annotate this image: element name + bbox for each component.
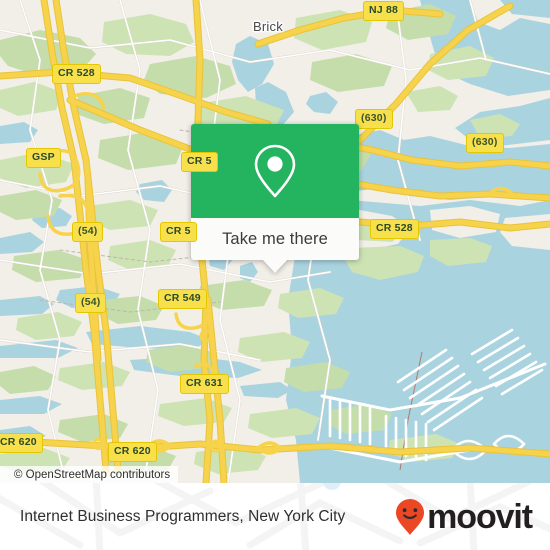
take-me-there-label: Take me there <box>222 229 328 248</box>
road-shield-cr-549: CR 549 <box>158 289 207 309</box>
road-shield-cr-620-east: CR 620 <box>108 442 157 462</box>
road-shield-cr-528-west: CR 528 <box>52 64 101 84</box>
road-shield-cr-620-west: CR 620 <box>0 433 43 453</box>
footer-bar: Internet Business Programmers, New York … <box>0 483 550 550</box>
moovit-wordmark: moovit <box>427 497 533 536</box>
road-shield-cr-631: CR 631 <box>180 374 229 394</box>
popup-action-area[interactable]: Take me there <box>191 218 359 260</box>
road-shield-cr-clipped-lower: CR 5 <box>160 222 197 242</box>
destination-popup[interactable]: Take me there <box>191 124 359 273</box>
moovit-logo[interactable]: moovit <box>395 497 533 536</box>
road-shield-cr-clipped-upper: CR 5 <box>181 152 218 172</box>
map-canvas[interactable]: .w { fill:#aad3e0; } .ln { fill:#f2efe9;… <box>0 0 550 483</box>
road-shield-54-south: (54) <box>75 293 107 313</box>
map-screenshot: .w { fill:#aad3e0; } .ln { fill:#f2efe9;… <box>0 0 550 550</box>
moovit-pin-smiley-icon <box>396 498 425 535</box>
popup-tail <box>262 259 288 273</box>
city-label-brick: Brick <box>253 19 283 34</box>
attribution-text: © OpenStreetMap contributors <box>14 468 171 481</box>
road-shield-cr-528-east: CR 528 <box>370 219 419 239</box>
road-shield-gsp: GSP <box>26 148 61 168</box>
road-shield-630-west: (630) <box>355 109 393 129</box>
road-shield-nj-88: NJ 88 <box>363 1 405 21</box>
place-title: Internet Business Programmers, New York … <box>20 507 346 525</box>
map-attribution[interactable]: © OpenStreetMap contributors <box>0 466 179 483</box>
road-shield-54-north: (54) <box>72 222 104 242</box>
road-shield-630-east: (630) <box>466 133 504 153</box>
map-pin-icon <box>254 144 296 198</box>
